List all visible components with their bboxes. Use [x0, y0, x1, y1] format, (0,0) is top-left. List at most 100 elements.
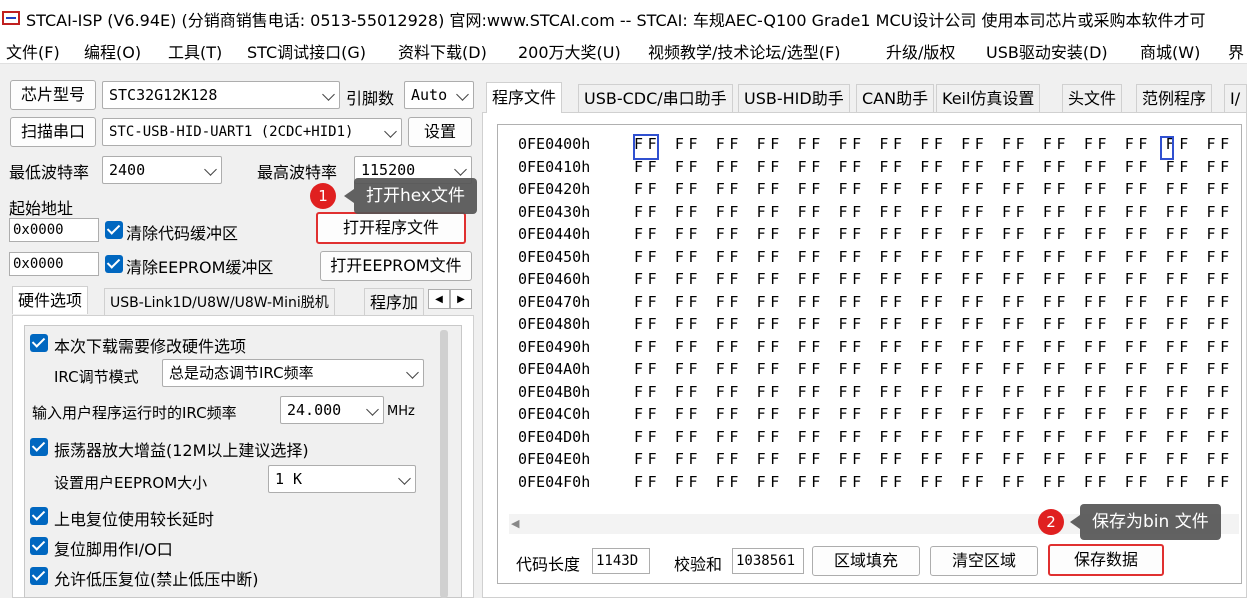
hex-row-address: 0FE0410h: [518, 157, 591, 176]
port-select[interactable]: STC-USB-HID-UART1 (2CDC+HID1): [102, 118, 402, 146]
eeprom-size-select[interactable]: 1 K: [268, 465, 416, 493]
code-length-value: 1143D: [592, 548, 650, 574]
tab-can-assistant[interactable]: CAN助手: [856, 84, 935, 112]
max-baud-value: 115200: [361, 161, 416, 179]
hex-row-bytes: FF FF FF FF FF FF FF FF FF FF FF FF FF F…: [634, 315, 1247, 333]
menu-downloads[interactable]: 资料下载(D): [398, 39, 487, 63]
settings-button[interactable]: 设置: [408, 117, 472, 147]
hex-row-address: 0FE0490h: [518, 337, 591, 356]
irc-mode-select[interactable]: 总是动态调节IRC频率: [162, 359, 424, 387]
hex-row: 0FE04C0h FF FF FF FF FF FF FF FF FF FF FF…: [518, 405, 1247, 423]
chip-model-value: STC32G12K128: [109, 86, 218, 104]
tab-usb-link-offline[interactable]: USB-Link1D/U8W/U8W-Mini脱机: [104, 288, 335, 316]
clear-eeprom-checkbox[interactable]: [105, 255, 123, 273]
tab-keil-settings[interactable]: Keil仿真设置: [936, 84, 1041, 112]
max-baud-label: 最高波特率: [257, 163, 338, 182]
code-start-address-input[interactable]: 0x0000: [9, 218, 99, 242]
hex-row: 0FE04F0h FF FF FF FF FF FF FF FF FF FF FF…: [518, 473, 1247, 491]
hex-row: 0FE0490h FF FF FF FF FF FF FF FF FF FF FF…: [518, 338, 1247, 356]
tab-usb-hid-assistant[interactable]: USB-HID助手: [738, 84, 850, 112]
tab-hardware-options[interactable]: 硬件选项: [12, 286, 89, 314]
menu-mall[interactable]: 商城(W): [1140, 39, 1200, 63]
hex-row: 0FE0410h FF FF FF FF FF FF FF FF FF FF FF…: [518, 158, 1247, 176]
pin-count-value: Auto: [411, 86, 448, 104]
area-fill-button[interactable]: 区域填充: [812, 546, 920, 576]
hex-row-bytes: FF FF FF FF FF FF FF FF FF FF FF FF FF F…: [634, 360, 1247, 378]
eeprom-size-value: 1 K: [275, 470, 303, 488]
tab-io-more[interactable]: I/: [1224, 84, 1247, 112]
menu-prize[interactable]: 200万大奖(U): [518, 39, 621, 63]
title-bar: STCAI-ISP (V6.94E) (分销商销售电话: 0513-550129…: [0, 0, 1247, 34]
callout-1-tooltip: 打开hex文件: [344, 178, 477, 214]
hex-row-bytes: FF FF FF FF FF FF FF FF FF FF FF FF FF F…: [634, 225, 1247, 243]
options-scrollbar[interactable]: [440, 330, 448, 598]
chevron-down-icon: [204, 163, 217, 176]
menu-interface[interactable]: 界: [1228, 39, 1244, 63]
menu-video-forum[interactable]: 视频教学/技术论坛/选型(F): [648, 39, 840, 63]
tab-example-programs[interactable]: 范例程序: [1136, 84, 1213, 112]
hex-row: 0FE04B0h FF FF FF FF FF FF FF FF FF FF FF…: [518, 383, 1247, 401]
hex-row: 0FE04D0h FF FF FF FF FF FF FF FF FF FF FF…: [518, 428, 1247, 446]
hex-row-address: 0FE04A0h: [518, 360, 591, 378]
hex-row-bytes: FF FF FF FF FF FF FF FF FF FF FF FF FF F…: [634, 292, 1247, 311]
chevron-down-icon: [322, 88, 335, 101]
hex-row-bytes: FF FF FF FF FF FF FF FF FF FF FF FF FF F…: [634, 405, 1247, 423]
chip-model-select[interactable]: STC32G12K128: [102, 81, 340, 109]
hex-row-bytes: FF FF FF FF FF FF FF FF FF FF FF FF FF F…: [634, 135, 1247, 153]
irc-freq-select[interactable]: 24.000: [280, 396, 384, 424]
tab-program-encrypt[interactable]: 程序加: [364, 288, 424, 316]
menu-usb-driver[interactable]: USB驱动安装(D): [986, 39, 1108, 63]
hex-row-bytes: FF FF FF FF FF FF FF FF FF FF FF FF FF F…: [634, 157, 1247, 176]
hex-row-address: 0FE0440h: [518, 225, 591, 243]
clear-code-checkbox[interactable]: [105, 221, 123, 239]
tab-usb-cdc-assistant[interactable]: USB-CDC/串口助手: [578, 84, 733, 112]
low-voltage-reset-checkbox[interactable]: [30, 567, 48, 585]
hex-row-address: 0FE0480h: [518, 315, 591, 333]
menu-upgrade[interactable]: 升级/版权: [886, 39, 955, 63]
menu-debug-interface[interactable]: STC调试接口(G): [247, 39, 366, 63]
eeprom-start-address-input[interactable]: 0x0000: [9, 252, 99, 276]
hex-row-bytes: FF FF FF FF FF FF FF FF FF FF FF FF FF F…: [634, 472, 1247, 491]
menu-file[interactable]: 文件(F): [6, 39, 60, 63]
hex-row-bytes: FF FF FF FF FF FF FF FF FF FF FF FF FF F…: [634, 247, 1247, 266]
long-reset-delay-checkbox[interactable]: [30, 507, 48, 525]
chevron-down-icon: [384, 125, 397, 138]
clear-area-button[interactable]: 清空区域: [930, 546, 1038, 576]
modify-hw-options-label: 本次下载需要修改硬件选项: [54, 337, 247, 356]
irc-freq-unit: MHz: [387, 404, 415, 419]
pin-count-select[interactable]: Auto: [404, 81, 474, 109]
chevron-down-icon: [366, 403, 379, 416]
chevron-down-icon: [456, 88, 469, 101]
reset-pin-io-checkbox[interactable]: [30, 537, 48, 555]
osc-gain-checkbox[interactable]: [30, 438, 48, 456]
tab-program-file[interactable]: 程序文件: [486, 82, 563, 113]
low-voltage-reset-label: 允许低压复位(禁止低压中断): [54, 570, 259, 589]
hex-row-address: 0FE04E0h: [518, 450, 591, 468]
hex-row-bytes: FF FF FF FF FF FF FF FF FF FF FF FF FF F…: [634, 180, 1247, 198]
menu-tools[interactable]: 工具(T): [168, 39, 222, 63]
hex-row-address: 0FE0430h: [518, 202, 591, 221]
scroll-left-arrow-icon[interactable]: ◀: [511, 517, 519, 530]
modify-hw-options-checkbox[interactable]: [30, 334, 48, 352]
tab-scroll-left-icon[interactable]: ◀: [428, 289, 450, 309]
open-eeprom-file-button[interactable]: 打开EEPROM文件: [320, 251, 472, 281]
tab-scroll-right-icon[interactable]: ▶: [450, 289, 472, 309]
reset-pin-io-label: 复位脚用作I/O口: [54, 540, 173, 559]
tab-header-files[interactable]: 头文件: [1062, 84, 1123, 112]
min-baud-value: 2400: [109, 161, 146, 179]
hex-row-address: 0FE04C0h: [518, 405, 591, 423]
chip-model-button[interactable]: 芯片型号: [10, 80, 96, 110]
start-address-label: 起始地址: [9, 199, 74, 218]
pin-count-label: 引脚数: [346, 89, 395, 108]
clear-eeprom-label: 清除EEPROM缓冲区: [126, 258, 274, 277]
save-data-button[interactable]: 保存数据: [1048, 544, 1164, 576]
min-baud-select[interactable]: 2400: [102, 156, 222, 184]
irc-freq-label: 输入用户程序运行时的IRC频率: [32, 404, 237, 422]
open-program-file-button[interactable]: 打开程序文件: [316, 212, 466, 244]
menu-program[interactable]: 编程(O): [84, 39, 141, 63]
hex-row-address: 0FE0470h: [518, 292, 591, 311]
hex-row: 0FE0450h FF FF FF FF FF FF FF FF FF FF FF…: [518, 248, 1247, 266]
chevron-down-icon: [398, 472, 411, 485]
window-title: STCAI-ISP (V6.94E) (分销商销售电话: 0513-550129…: [26, 11, 1206, 30]
scan-port-button[interactable]: 扫描串口: [10, 117, 96, 147]
